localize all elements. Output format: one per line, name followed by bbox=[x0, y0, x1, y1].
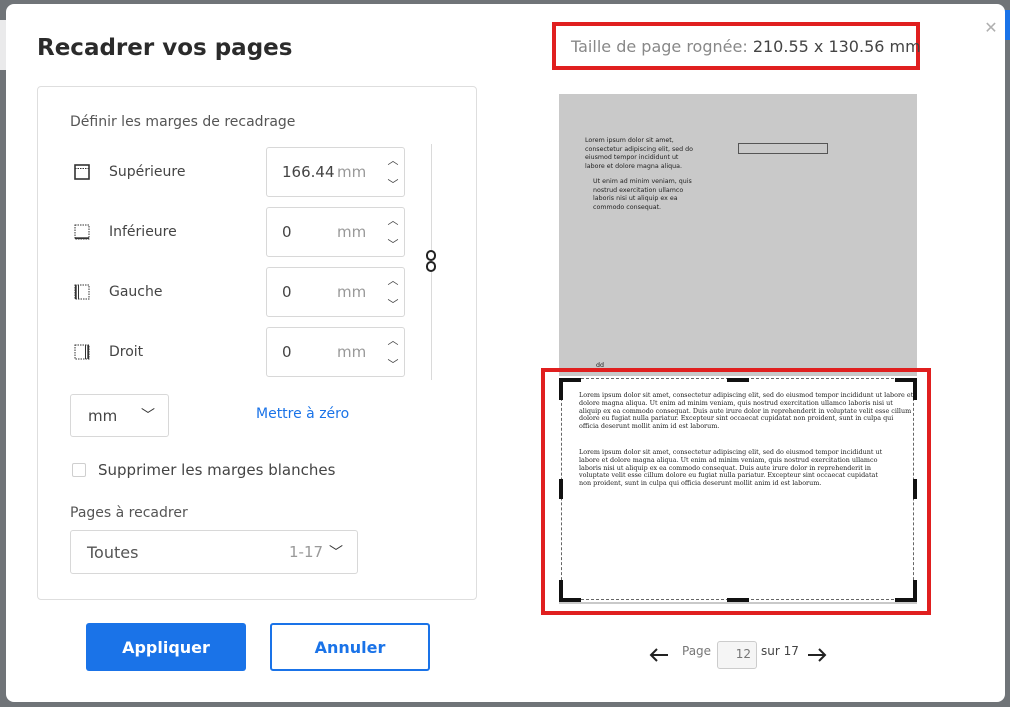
margins-panel: Définir les marges de recadrage Supérieu… bbox=[37, 86, 477, 600]
margin-bottom-increment-icon[interactable]: ︿ bbox=[383, 211, 403, 231]
remove-white-margins-label[interactable]: Supprimer les marges blanches bbox=[98, 461, 335, 479]
margin-bottom-unit: mm bbox=[337, 223, 367, 241]
close-icon[interactable]: ✕ bbox=[981, 18, 1001, 38]
page-label: Page bbox=[682, 644, 712, 658]
margin-left-label: Gauche bbox=[109, 284, 163, 300]
previous-page-arrow-icon[interactable] bbox=[647, 647, 671, 663]
dialog-title: Recadrer vos pages bbox=[37, 35, 293, 61]
preview-form-field bbox=[738, 143, 828, 154]
margin-left-increment-icon[interactable]: ︿ bbox=[383, 271, 403, 291]
cropped-size-text: Taille de page rognée: 210.55 x 130.56 m… bbox=[571, 37, 921, 56]
pages-to-crop-label: Pages à recadrer bbox=[70, 505, 188, 521]
margin-top-increment-icon[interactable]: ︿ bbox=[383, 151, 403, 171]
preview-top-text-2: Ut enim ad minim veniam, quis nostrud ex… bbox=[593, 178, 692, 211]
next-page-arrow-icon[interactable] bbox=[805, 647, 829, 663]
margin-right-decrement-icon[interactable]: ﹀ bbox=[383, 355, 403, 375]
margin-top-decrement-icon[interactable]: ﹀ bbox=[383, 175, 403, 195]
margin-bottom-label: Inférieure bbox=[109, 224, 177, 240]
margin-left-input[interactable]: 0 mm ︿ ﹀ bbox=[266, 267, 405, 317]
margin-right-value: 0 bbox=[282, 343, 292, 361]
margin-bottom-value: 0 bbox=[282, 223, 292, 241]
pages-select-value: Toutes bbox=[87, 543, 139, 562]
margin-right-input[interactable]: 0 mm ︿ ﹀ bbox=[266, 327, 405, 377]
margin-bottom-icon bbox=[74, 224, 90, 240]
cancel-button[interactable]: Annuler bbox=[270, 623, 430, 671]
chevron-down-icon: ﹀ bbox=[329, 545, 343, 561]
margin-bottom-input[interactable]: 0 mm ︿ ﹀ bbox=[266, 207, 405, 257]
margin-right-icon bbox=[74, 344, 90, 360]
page-total-label: sur 17 bbox=[761, 644, 799, 658]
margins-section-label: Définir les marges de recadrage bbox=[70, 114, 296, 130]
crop-dialog: ✕ Recadrer vos pages Définir les marges … bbox=[6, 4, 1005, 702]
link-margins-icon[interactable] bbox=[421, 248, 441, 274]
remove-white-margins-checkbox[interactable] bbox=[72, 463, 86, 477]
margin-top-unit: mm bbox=[337, 163, 367, 181]
pages-range: 1-17 bbox=[289, 543, 324, 561]
margin-bottom-decrement-icon[interactable]: ﹀ bbox=[383, 235, 403, 255]
margin-left-decrement-icon[interactable]: ﹀ bbox=[383, 295, 403, 315]
unit-select-value: mm bbox=[88, 407, 118, 425]
cropped-size-label: Taille de page rognée: bbox=[571, 37, 748, 56]
margin-top-input[interactable]: 166.44 mm ︿ ﹀ bbox=[266, 147, 405, 197]
page-number-input[interactable]: 12 bbox=[717, 641, 757, 669]
margin-right-unit: mm bbox=[337, 343, 367, 361]
crop-area-highlight bbox=[541, 368, 931, 615]
margin-right-label: Droit bbox=[109, 344, 144, 360]
preview-top-text-1: Lorem ipsum dolor sit amet, consectetur … bbox=[585, 137, 693, 170]
pages-select[interactable]: Toutes 1-17 ﹀ bbox=[70, 530, 358, 574]
margin-right-increment-icon[interactable]: ︿ bbox=[383, 331, 403, 351]
apply-button[interactable]: Appliquer bbox=[86, 623, 246, 671]
unit-select[interactable]: mm ﹀ bbox=[70, 394, 169, 437]
chevron-down-icon: ﹀ bbox=[141, 408, 155, 424]
margin-top-label: Supérieure bbox=[109, 164, 186, 180]
margin-top-icon bbox=[74, 164, 90, 180]
margin-left-unit: mm bbox=[337, 283, 367, 301]
cropped-size-value: 210.55 x 130.56 mm bbox=[752, 37, 921, 56]
reset-link[interactable]: Mettre à zéro bbox=[256, 406, 349, 422]
margin-top-value: 166.44 bbox=[282, 163, 335, 181]
margin-left-icon bbox=[74, 284, 90, 300]
margin-left-value: 0 bbox=[282, 283, 292, 301]
